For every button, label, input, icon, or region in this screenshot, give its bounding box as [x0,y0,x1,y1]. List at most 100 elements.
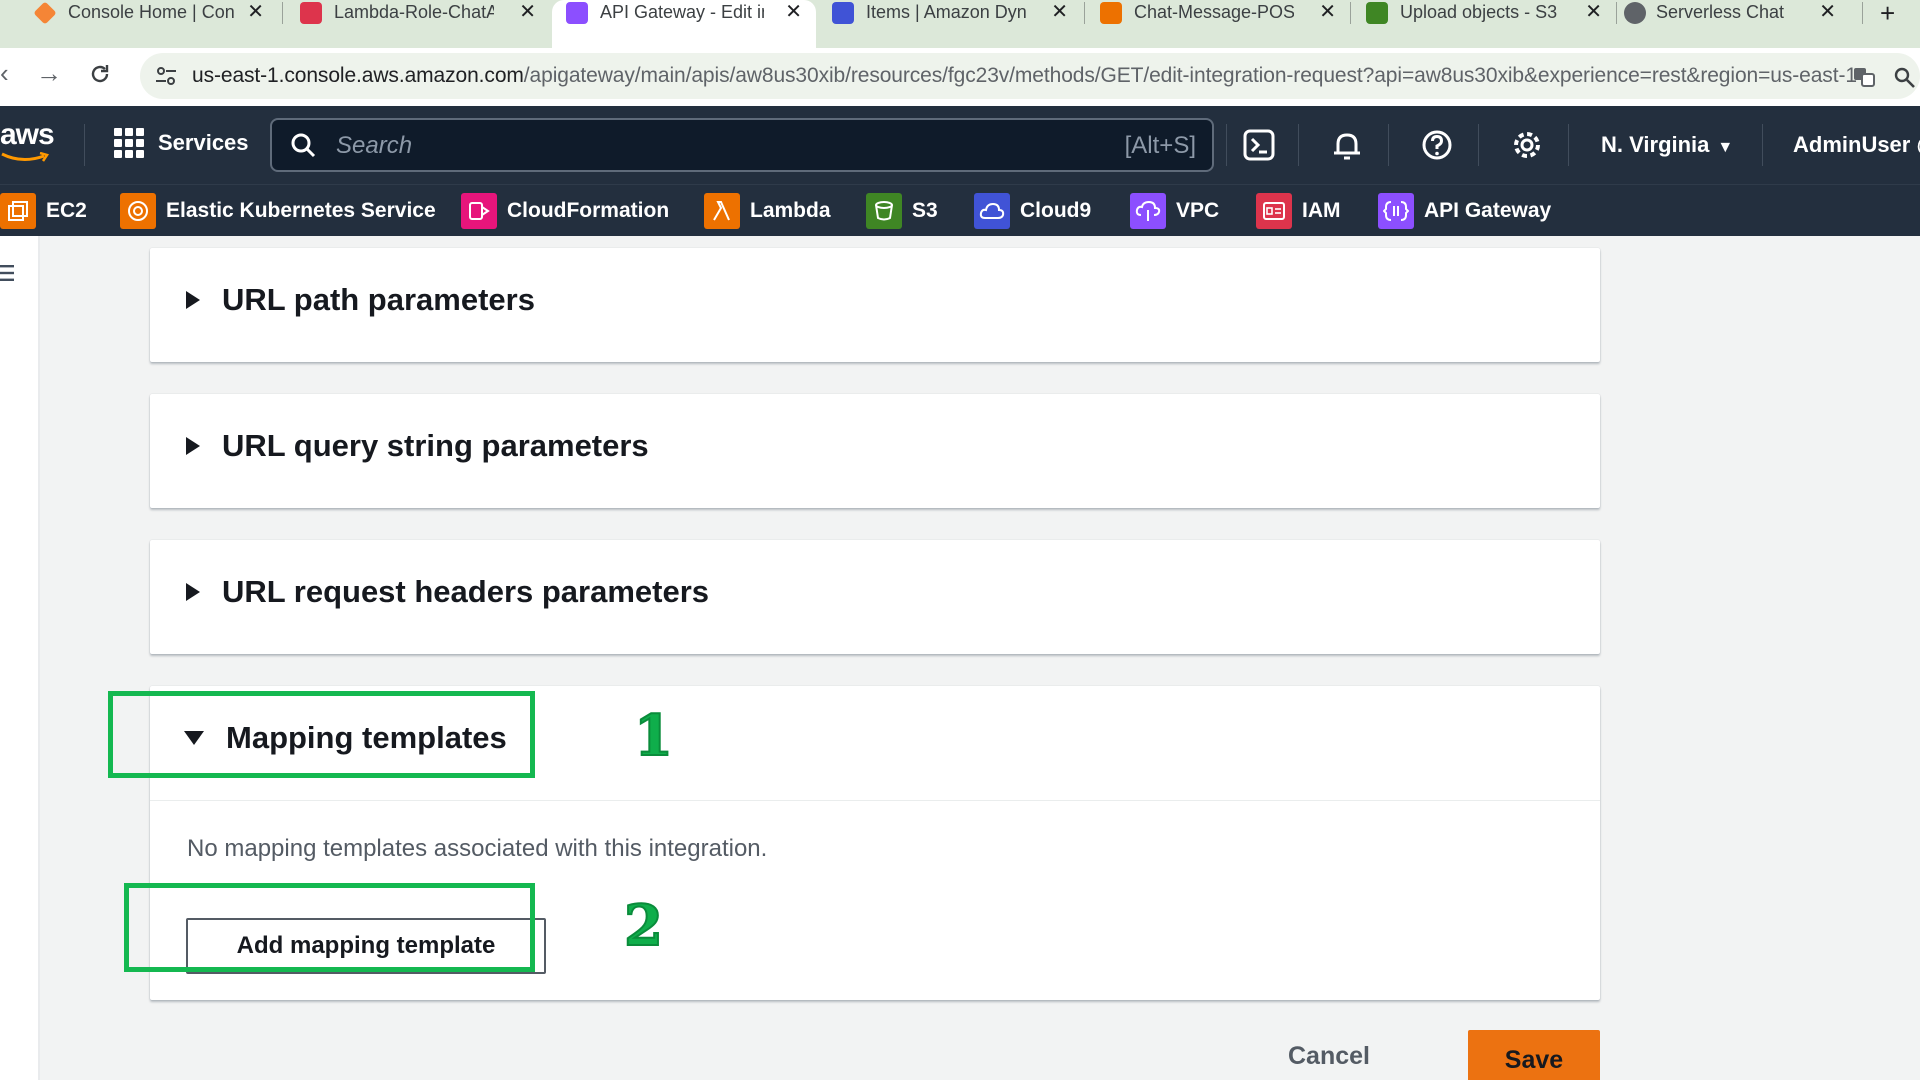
header-params-panel: URL request headers parameters [150,540,1600,654]
tab-separator [282,2,283,24]
empty-state-message: No mapping templates associated with thi… [187,835,768,862]
cloudshell-icon[interactable] [1242,128,1276,162]
main-content: URL path parameters URL query string par… [40,236,1920,1080]
s3-bucket-icon [1366,2,1388,24]
zoom-icon[interactable] [1892,65,1916,89]
favorite-cloudformation[interactable]: CloudFormation [461,193,669,229]
hamburger-menu-icon[interactable] [0,264,16,282]
services-menu[interactable]: Services [114,128,249,158]
browser-tab-upload-s3[interactable]: Upload objects - S3 b ✕ [1352,0,1616,48]
cancel-button[interactable]: Cancel [1288,1042,1370,1071]
site-settings-icon[interactable] [152,63,180,89]
forward-icon[interactable]: → [36,58,62,88]
browser-tab-api-gateway[interactable]: API Gateway - Edit in ✕ [552,0,816,48]
tab-title: Lambda-Role-ChatAp [334,2,494,22]
browser-tab-console-home[interactable]: Console Home | Con ✕ [0,0,278,48]
eks-icon [120,193,156,229]
browser-tab-strip: Console Home | Con ✕ Lambda-Role-ChatAp … [0,0,1920,48]
caret-down-icon: ▼ [1717,139,1734,156]
nav-divider [1388,124,1389,166]
help-icon[interactable] [1420,128,1454,162]
caret-right-icon [186,291,200,309]
query-params-header[interactable]: URL query string parameters [186,428,649,464]
close-icon[interactable]: ✕ [785,0,802,24]
url-text[interactable]: us-east-1.console.aws.amazon.com/apigate… [192,64,1857,88]
aws-top-nav: aws Services Search [Alt+S] N. Virginia … [0,106,1920,184]
services-label: Services [158,130,249,155]
cloudformation-icon [461,193,497,229]
highlight-box-step-2 [124,883,535,972]
favorites-bar: EC2 Elastic Kubernetes Service CloudForm… [0,184,1920,236]
browser-tab-dynamodb-items[interactable]: Items | Amazon Dyna ✕ [818,0,1082,48]
gear-icon[interactable] [1510,128,1544,162]
favorite-cloud9[interactable]: Cloud9 [974,193,1091,229]
favorite-label: Cloud9 [1020,199,1092,222]
path-params-header[interactable]: URL path parameters [186,282,535,318]
grid-icon [114,128,144,158]
tab-separator [1084,2,1085,24]
browser-tab-lambda-role[interactable]: Lambda-Role-ChatAp ✕ [286,0,550,48]
close-icon[interactable]: ✕ [1319,0,1336,24]
favorite-label: VPC [1176,199,1220,222]
tab-separator [1862,2,1863,24]
browser-tab-serverless-chat[interactable]: Serverless Chat ✕ [1618,0,1850,48]
tab-title: Upload objects - S3 b [1400,2,1562,22]
region-label: N. Virginia [1601,132,1710,157]
search-shortcut: [Alt+S] [1124,132,1196,159]
aws-logo[interactable]: aws [0,118,55,152]
omnibox[interactable]: us-east-1.console.aws.amazon.com/apigate… [140,53,1920,99]
tab-title: Console Home | Con [68,2,235,22]
close-icon[interactable]: ✕ [1585,0,1602,24]
search-input[interactable]: Search [Alt+S] [270,118,1214,172]
header-params-header[interactable]: URL request headers parameters [186,574,709,610]
close-icon[interactable]: ✕ [1819,0,1836,24]
iam-icon [1256,193,1292,229]
favorite-iam[interactable]: IAM [1256,193,1341,229]
nav-divider [1762,124,1763,166]
favorite-s3[interactable]: S3 [866,193,938,229]
reload-icon[interactable] [88,62,112,86]
favorite-label: EC2 [46,199,87,222]
cloud9-icon [974,193,1010,229]
globe-icon [1624,2,1646,24]
caret-right-icon [186,437,200,455]
api-gateway-icon [1378,193,1414,229]
tab-separator [1350,2,1351,24]
search-placeholder: Search [336,132,413,159]
save-button[interactable]: Save [1468,1030,1600,1080]
favorite-api-gateway[interactable]: API Gateway [1378,193,1551,229]
lambda-icon [704,193,740,229]
highlight-box-step-1 [108,691,535,778]
close-icon[interactable]: ✕ [519,0,536,24]
section-title: URL request headers parameters [222,574,710,609]
translate-icon[interactable] [1852,65,1876,89]
favorite-eks[interactable]: Elastic Kubernetes Service [120,193,436,229]
section-title: URL path parameters [222,282,535,317]
nav-divider [1298,124,1299,166]
close-icon[interactable]: ✕ [247,0,264,24]
favorite-vpc[interactable]: VPC [1130,193,1219,229]
url-path: /apigateway/main/apis/aw8us30xib/resourc… [523,64,1857,87]
close-icon[interactable]: ✕ [1051,0,1068,24]
bell-icon[interactable] [1330,128,1364,162]
favorite-ec2[interactable]: EC2 [0,193,87,229]
nav-divider [84,124,85,166]
favorite-label: IAM [1302,199,1341,222]
step-number-2: 2 [623,893,664,959]
favorite-label: S3 [912,199,938,222]
browser-tab-chat-message-post[interactable]: Chat-Message-POST ✕ [1086,0,1350,48]
aws-smile-icon [1,152,49,162]
favorite-label: Lambda [750,199,831,222]
address-bar-row: ‹ → us-east-1.console.aws.amazon.com/api… [0,48,1920,106]
dynamodb-icon [832,2,854,24]
s3-bucket-icon [866,193,902,229]
tab-separator [1616,2,1617,24]
region-selector[interactable]: N. Virginia ▼ [1601,132,1733,158]
api-gateway-icon [566,2,588,24]
back-icon[interactable]: ‹ [0,58,9,88]
new-tab-button[interactable]: + [1880,0,1895,26]
vpc-icon [1130,193,1166,229]
favorite-label: API Gateway [1424,199,1552,222]
favorite-lambda[interactable]: Lambda [704,193,831,229]
account-menu[interactable]: AdminUser @ [1793,132,1920,158]
